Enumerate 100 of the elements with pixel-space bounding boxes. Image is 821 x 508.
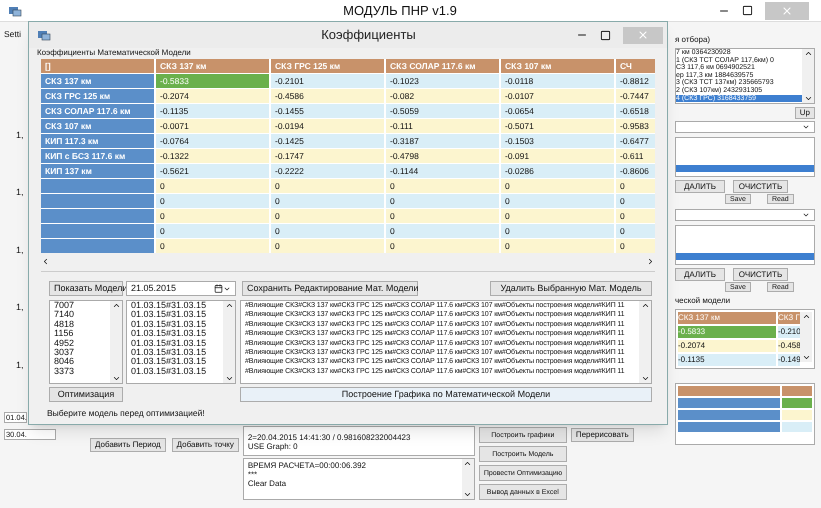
table-cell[interactable]: -0.082 (386, 89, 499, 103)
table-cell[interactable]: 0 (386, 209, 499, 223)
scrollbar[interactable] (800, 312, 812, 362)
scroll-down-icon[interactable] (112, 374, 120, 383)
scroll-up-icon[interactable] (802, 312, 810, 321)
list-item[interactable]: 01.03.15#31.03.15 (131, 357, 219, 367)
list-item[interactable]: 01.03.15#31.03.15 (131, 348, 219, 358)
table-cell[interactable]: -0.1503 (501, 134, 614, 148)
table-cell[interactable]: 0 (386, 194, 499, 208)
table-cell[interactable]: 0 (501, 209, 614, 223)
table-cell[interactable]: -0.0107 (501, 89, 614, 103)
table-cell[interactable]: 0 (271, 179, 384, 193)
list-item[interactable]: 4818 (54, 320, 106, 330)
table-cell[interactable]: -0.1023 (386, 74, 499, 88)
add-point-button[interactable]: Добавить точку (172, 438, 239, 452)
scrollbar[interactable] (223, 301, 235, 383)
table-cell[interactable]: 0 (271, 194, 384, 208)
maximize-icon[interactable] (742, 5, 753, 16)
list-item[interactable]: 01.03.15#31.03.15 (131, 366, 219, 376)
model-id-list[interactable]: 7007 7140 4818 1156 4952 3037 8046 3373 (49, 300, 123, 384)
table-cell[interactable]: 0 (156, 239, 269, 253)
up-button[interactable]: Up (794, 107, 815, 119)
table-cell[interactable]: 0 (156, 224, 269, 238)
scrollbar[interactable] (802, 49, 814, 103)
table-cell[interactable]: 0 (386, 224, 499, 238)
list-item[interactable]: 3373 (54, 366, 106, 376)
table-cell[interactable]: -0.2222 (271, 164, 384, 178)
table-cell[interactable]: -0.0764 (156, 134, 269, 148)
scroll-up-icon[interactable] (804, 49, 812, 58)
table-cell[interactable]: 0 (501, 194, 614, 208)
scroll-up-icon[interactable] (112, 301, 120, 310)
table-cell[interactable]: -0.4798 (386, 149, 499, 163)
table-cell[interactable]: -0.9583 (616, 119, 655, 133)
table-cell[interactable]: -0.458 (778, 340, 800, 352)
scrollbar[interactable] (639, 301, 651, 383)
list-item[interactable]: 3037 (54, 348, 106, 358)
scrollbar[interactable] (110, 301, 122, 383)
table-cell[interactable]: -0.5621 (156, 164, 269, 178)
table-cell[interactable]: -0.5059 (386, 104, 499, 118)
table-cell[interactable]: -0.0118 (501, 74, 614, 88)
scroll-left-icon[interactable] (41, 256, 50, 266)
delete-button[interactable]: ДАЛИТЬ (675, 180, 725, 193)
table-cell[interactable]: -0.1135 (156, 104, 269, 118)
table-cell[interactable]: 0 (156, 209, 269, 223)
redraw-button[interactable]: Перерисовать (570, 428, 634, 442)
list-item[interactable]: 1156 (54, 329, 106, 339)
settings-tab[interactable]: Setti (4, 28, 30, 41)
scroll-right-icon[interactable] (646, 256, 655, 266)
table-cell[interactable]: 0 (156, 179, 269, 193)
clear-button[interactable]: ОЧИСТИТЬ (733, 268, 788, 281)
calendar-icon[interactable] (214, 284, 223, 293)
list-item[interactable]: 8046 (54, 357, 106, 367)
table-cell[interactable]: 0 (616, 224, 655, 238)
table-cell[interactable]: 0 (616, 239, 655, 253)
table-cell[interactable]: 0 (501, 224, 614, 238)
save-edit-button[interactable]: Сохранить Редактирование Мат. Модели (242, 281, 418, 296)
table-cell[interactable]: -0.111 (386, 119, 499, 133)
scroll-down-icon[interactable] (463, 490, 472, 499)
scroll-down-icon[interactable] (224, 374, 234, 383)
scrollbar[interactable] (462, 459, 474, 499)
date-picker[interactable]: 21.05.2015 (126, 281, 236, 296)
list-item[interactable]: 01.03.15#31.03.15 (131, 301, 219, 310)
table-cell[interactable]: 0 (386, 239, 499, 253)
table-cell[interactable]: -0.2074 (678, 340, 776, 352)
table-cell[interactable]: 0 (616, 209, 655, 223)
clear-button[interactable]: ОЧИСТИТЬ (733, 180, 788, 193)
table-cell[interactable]: -0.091 (501, 149, 614, 163)
table-cell[interactable]: -0.1747 (271, 149, 384, 163)
model-description-list[interactable] (240, 300, 652, 384)
table-cell[interactable]: -0.8606 (616, 164, 655, 178)
table-cell[interactable]: -0.8812 (616, 74, 655, 88)
table-cell[interactable]: -0.210 (778, 326, 800, 338)
table-cell[interactable]: -0.2101 (271, 74, 384, 88)
table-cell[interactable]: -0.1425 (271, 134, 384, 148)
scroll-up-icon[interactable] (224, 301, 234, 310)
table-cell[interactable]: 0 (501, 239, 614, 253)
table-cell[interactable]: -0.5071 (501, 119, 614, 133)
table-cell[interactable]: -0.1322 (156, 149, 269, 163)
list-item[interactable]: 01.03.15#31.03.15 (131, 310, 219, 320)
list-item[interactable]: 01.03.15#31.03.15 (131, 329, 219, 339)
scroll-down-icon[interactable] (804, 94, 812, 103)
list-item[interactable]: 01.03.15#31.03.15 (131, 338, 219, 348)
table-cell[interactable]: -0.1135 (678, 354, 776, 366)
table-cell[interactable]: -0.0286 (501, 164, 614, 178)
table-cell[interactable]: -0.0194 (271, 119, 384, 133)
list-item[interactable]: 4952 (54, 338, 106, 348)
table-cell[interactable]: 0 (271, 239, 384, 253)
table-cell[interactable]: -0.7447 (616, 89, 655, 103)
table-cell[interactable]: -0.4586 (271, 89, 384, 103)
table-cell[interactable]: 0 (501, 179, 614, 193)
table-cell[interactable]: -0.1144 (386, 164, 499, 178)
list-item[interactable]: 7140 (54, 310, 106, 320)
table-cell[interactable]: -0.149 (778, 354, 800, 366)
table-cell[interactable]: 0 (386, 179, 499, 193)
build-chart-button[interactable]: Построение Графика по Математической Модели (240, 387, 652, 402)
horizontal-scrollbar[interactable] (41, 256, 655, 266)
delete-button[interactable]: ДАЛИТЬ (675, 268, 725, 281)
period-list[interactable]: 01.03.15#31.03.15 01.03.15#31.03.15 01.03.15#31.03.15 01.03.15#31.03.15 01.03.15#31.03.15 01.03.15#31.03.15 01.03.15#31.03.15 01.03.15#31.03.15 (126, 300, 236, 384)
table-cell[interactable]: 0 (271, 209, 384, 223)
list-item[interactable]: 7007 (54, 301, 106, 310)
